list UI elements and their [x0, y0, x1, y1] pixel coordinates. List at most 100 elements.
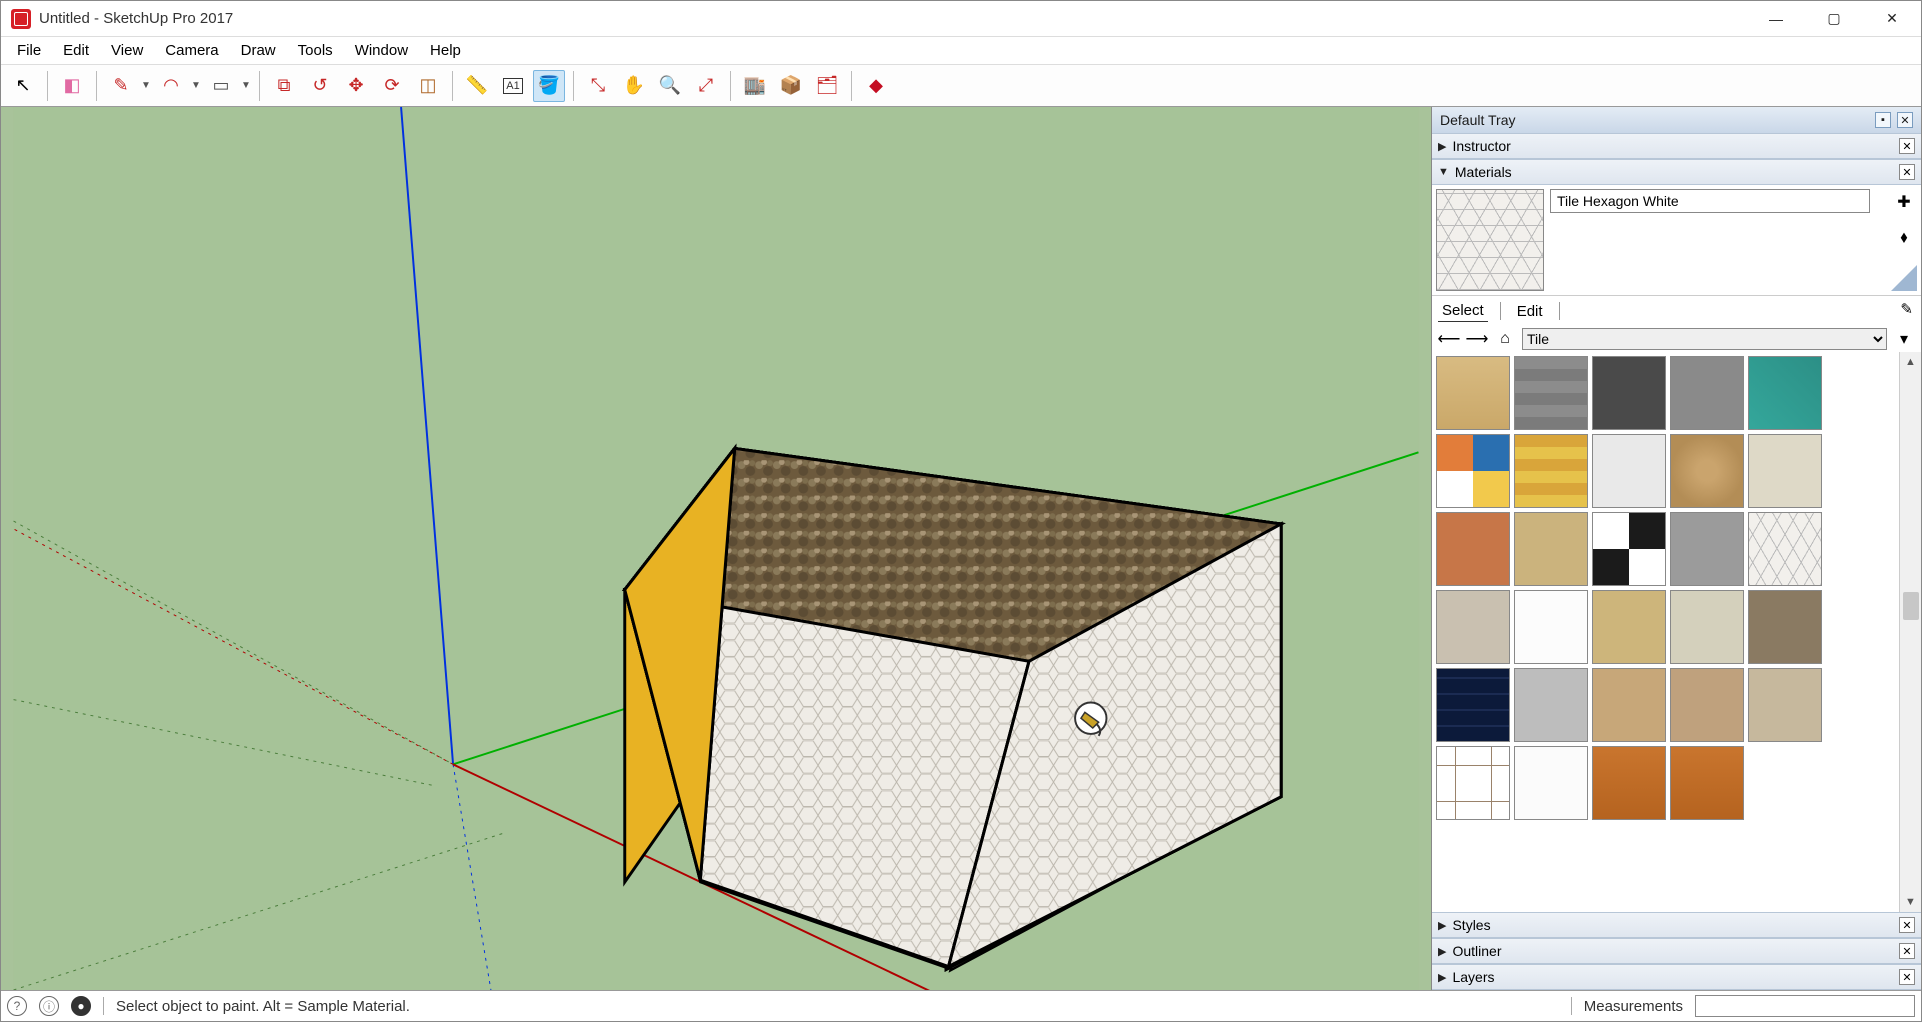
menu-camera[interactable]: Camera	[155, 39, 228, 62]
material-swatch[interactable]	[1514, 590, 1588, 664]
select-tool[interactable]: ↖	[7, 70, 39, 102]
tape-tool[interactable]: 📏	[461, 70, 493, 102]
library-menu-button[interactable]: ▾	[1893, 328, 1915, 350]
scale-tool[interactable]: ◫	[412, 70, 444, 102]
menu-edit[interactable]: Edit	[53, 39, 99, 62]
material-swatch[interactable]	[1514, 356, 1588, 430]
panel-instructor-header[interactable]: ▶ Instructor ✕	[1432, 133, 1921, 159]
status-divider	[1571, 997, 1572, 1015]
pan-tool[interactable]: ✋	[618, 70, 650, 102]
nav-home-button[interactable]: ⌂	[1494, 328, 1516, 350]
panel-styles-header[interactable]: ▶ Styles ✕	[1432, 912, 1921, 938]
eyedropper-button[interactable]: ✎	[1900, 300, 1913, 318]
material-swatch[interactable]	[1514, 746, 1588, 820]
materials-scrollbar[interactable]: ▲ ▼	[1899, 352, 1921, 912]
material-swatch[interactable]	[1670, 356, 1744, 430]
panel-materials-close[interactable]: ✕	[1899, 164, 1915, 180]
menu-help[interactable]: Help	[420, 39, 471, 62]
material-swatch[interactable]	[1592, 512, 1666, 586]
panel-materials-header[interactable]: ▼ Materials ✕	[1432, 159, 1921, 185]
menu-file[interactable]: File	[7, 39, 51, 62]
menu-tools[interactable]: Tools	[288, 39, 343, 62]
close-button[interactable]: ✕	[1863, 1, 1921, 36]
line-tool-dropdown[interactable]: ▼	[141, 80, 151, 91]
eraser-tool[interactable]: ◧	[56, 70, 88, 102]
material-library-select[interactable]: Tile	[1522, 328, 1887, 350]
tab-select[interactable]: Select	[1438, 300, 1488, 322]
menu-draw[interactable]: Draw	[231, 39, 286, 62]
rectangle-tool[interactable]: ▭	[205, 70, 237, 102]
pushpull-tool[interactable]: ⧉	[268, 70, 300, 102]
zoom-tool[interactable]: 🔍	[654, 70, 686, 102]
measurements-input[interactable]	[1695, 995, 1915, 1017]
material-swatch[interactable]	[1592, 356, 1666, 430]
scroll-thumb[interactable]	[1903, 592, 1919, 620]
maximize-button[interactable]: ▢	[1805, 1, 1863, 36]
material-swatch[interactable]	[1748, 668, 1822, 742]
material-swatch[interactable]	[1670, 512, 1744, 586]
tray-close-button[interactable]: ✕	[1897, 112, 1913, 128]
arc-tool[interactable]: ◠	[155, 70, 187, 102]
material-swatch[interactable]	[1514, 512, 1588, 586]
panel-layers-close[interactable]: ✕	[1899, 969, 1915, 985]
scroll-down-icon: ▼	[1905, 896, 1916, 908]
material-swatch[interactable]	[1748, 356, 1822, 430]
zoom-extents-tool[interactable]: ⤢	[690, 70, 722, 102]
tray-pin-button[interactable]: ▪	[1875, 112, 1891, 128]
material-swatch[interactable]	[1436, 668, 1510, 742]
nav-forward-button[interactable]: ⟶	[1466, 328, 1488, 350]
status-geo-icon[interactable]: ●	[71, 996, 91, 1016]
line-tool[interactable]: ✎	[105, 70, 137, 102]
tab-edit[interactable]: Edit	[1513, 301, 1547, 322]
material-swatch[interactable]	[1592, 590, 1666, 664]
panel-styles-close[interactable]: ✕	[1899, 917, 1915, 933]
material-swatch[interactable]	[1514, 434, 1588, 508]
rectangle-tool-dropdown[interactable]: ▼	[241, 80, 251, 91]
material-swatch[interactable]	[1436, 746, 1510, 820]
material-swatch[interactable]	[1748, 434, 1822, 508]
material-swatch[interactable]	[1748, 512, 1822, 586]
material-swatch[interactable]	[1436, 434, 1510, 508]
material-swatch[interactable]	[1670, 668, 1744, 742]
layout-tool[interactable]: 🗂	[811, 70, 843, 102]
rotate-tool[interactable]: ⟳	[376, 70, 408, 102]
resize-grip-icon[interactable]	[1891, 265, 1917, 291]
text-tool[interactable]: A1	[497, 70, 529, 102]
orbit-tool[interactable]: ⤡	[582, 70, 614, 102]
material-swatch[interactable]	[1592, 668, 1666, 742]
extension-tool[interactable]: 📦	[775, 70, 807, 102]
tray-title-bar[interactable]: Default Tray ▪ ✕	[1432, 107, 1921, 133]
status-info-icon[interactable]: ?	[7, 996, 27, 1016]
material-swatch[interactable]	[1592, 746, 1666, 820]
material-swatch[interactable]	[1670, 434, 1744, 508]
arrow-left-icon: ⟵	[1438, 329, 1461, 349]
panel-outliner-close[interactable]: ✕	[1899, 943, 1915, 959]
create-material-button[interactable]: ✚	[1893, 191, 1915, 213]
ruby-tool[interactable]: ◆	[860, 70, 892, 102]
material-swatch[interactable]	[1436, 356, 1510, 430]
nav-back-button[interactable]: ⟵	[1438, 328, 1460, 350]
material-swatch[interactable]	[1436, 512, 1510, 586]
current-material-swatch[interactable]	[1436, 189, 1544, 291]
panel-layers-header[interactable]: ▶ Layers ✕	[1432, 964, 1921, 990]
offset-tool[interactable]: ↺	[304, 70, 336, 102]
material-swatch[interactable]	[1748, 590, 1822, 664]
status-person-icon[interactable]: ⓘ	[39, 996, 59, 1016]
move-tool[interactable]: ✥	[340, 70, 372, 102]
arc-tool-dropdown[interactable]: ▼	[191, 80, 201, 91]
panel-instructor-close[interactable]: ✕	[1899, 138, 1915, 154]
minimize-button[interactable]: —	[1747, 1, 1805, 36]
material-name-input[interactable]	[1550, 189, 1870, 213]
material-swatch[interactable]	[1670, 590, 1744, 664]
3d-viewport[interactable]	[1, 107, 1431, 990]
material-swatch[interactable]	[1592, 434, 1666, 508]
set-default-material-button[interactable]: ⬧	[1893, 227, 1915, 249]
material-swatch[interactable]	[1514, 668, 1588, 742]
menu-view[interactable]: View	[101, 39, 153, 62]
material-swatch[interactable]	[1436, 590, 1510, 664]
panel-outliner-header[interactable]: ▶ Outliner ✕	[1432, 938, 1921, 964]
menu-window[interactable]: Window	[345, 39, 418, 62]
paint-bucket-tool[interactable]: 🪣	[533, 70, 565, 102]
warehouse-tool[interactable]: 🏬	[739, 70, 771, 102]
material-swatch[interactable]	[1670, 746, 1744, 820]
